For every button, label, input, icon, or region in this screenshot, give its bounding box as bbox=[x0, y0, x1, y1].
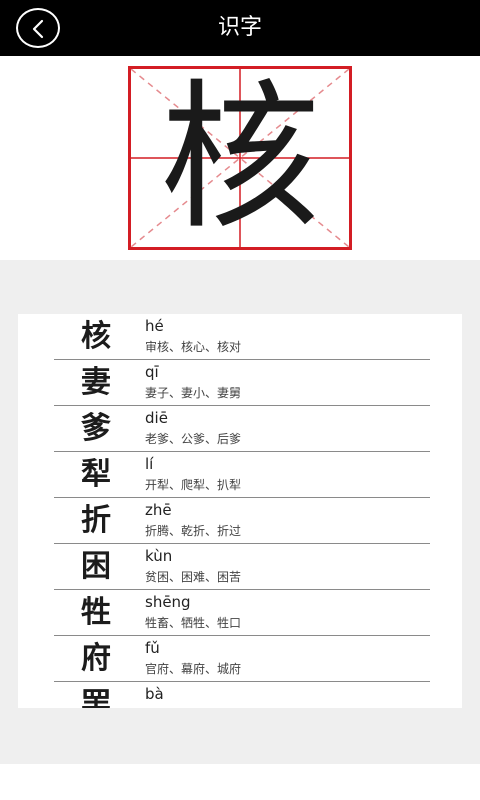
list-item-words: 折腾、乾折、折过 bbox=[145, 524, 242, 538]
list-item-words: 贫困、困难、困苦 bbox=[145, 570, 242, 584]
list-item-pinyin: lí bbox=[145, 455, 154, 473]
list-item[interactable]: 牲 shēng 牲畜、牺牲、牲口 bbox=[54, 590, 430, 636]
list-item-words: 审核、核心、核对 bbox=[145, 340, 242, 354]
list-item-char: 核 bbox=[81, 319, 111, 354]
list-item-char: 妻 bbox=[81, 365, 111, 400]
page-title: 识字 bbox=[217, 15, 262, 40]
large-character: 核 bbox=[159, 64, 320, 251]
list-item-words: 开犁、爬犁、扒犁 bbox=[145, 478, 242, 492]
list-item-words: 老爹、公爹、后爹 bbox=[145, 432, 242, 446]
list-item[interactable]: 妻 qī 妻子、妻小、妻舅 bbox=[54, 360, 430, 406]
character-display: 核 bbox=[0, 56, 480, 260]
list-item-pinyin: bà bbox=[145, 685, 164, 703]
list-item[interactable]: 府 fǔ 官府、幕府、城府 bbox=[54, 636, 430, 682]
chevron-left-icon bbox=[32, 19, 44, 39]
list-item-char: 罢 bbox=[81, 687, 111, 708]
tianzige-grid: 核 bbox=[128, 66, 352, 250]
list-item-char: 困 bbox=[81, 549, 111, 584]
list-item-char: 犁 bbox=[81, 457, 111, 492]
list-item-pinyin: fǔ bbox=[145, 639, 160, 657]
list-item-char: 爹 bbox=[81, 411, 111, 446]
list-item-char: 牲 bbox=[81, 595, 111, 630]
list-item-pinyin: diē bbox=[145, 409, 168, 427]
list-item[interactable]: 犁 lí 开犁、爬犁、扒犁 bbox=[54, 452, 430, 498]
list-item[interactable]: 折 zhē 折腾、乾折、折过 bbox=[54, 498, 430, 544]
list-item-words: 妻子、妻小、妻舅 bbox=[145, 386, 242, 400]
character-list[interactable]: 核 hé 审核、核心、核对 妻 qī 妻子、妻小、妻舅 爹 diē 老爹、公爹、… bbox=[18, 314, 462, 708]
list-area: 核 hé 审核、核心、核对 妻 qī 妻子、妻小、妻舅 爹 diē 老爹、公爹、… bbox=[0, 260, 480, 764]
list-item[interactable]: 困 kùn 贫困、困难、困苦 bbox=[54, 544, 430, 590]
list-item[interactable]: 爹 diē 老爹、公爹、后爹 bbox=[54, 406, 430, 452]
list-item-char: 折 bbox=[81, 503, 111, 538]
list-item-pinyin: shēng bbox=[145, 593, 191, 611]
list-item-pinyin: hé bbox=[145, 317, 164, 335]
list-item[interactable]: 罢 bà bbox=[54, 682, 430, 708]
top-bar: 识字 bbox=[0, 0, 480, 56]
list-item-pinyin: kùn bbox=[145, 547, 173, 565]
list-item-char: 府 bbox=[81, 641, 111, 676]
list-item-pinyin: zhē bbox=[145, 501, 172, 519]
list-item-pinyin: qī bbox=[145, 363, 159, 381]
bottom-strip bbox=[0, 764, 480, 800]
list-item-words: 牲畜、牺牲、牲口 bbox=[145, 616, 242, 630]
back-button[interactable] bbox=[16, 8, 60, 48]
list-item[interactable]: 核 hé 审核、核心、核对 bbox=[54, 314, 430, 360]
list-item-words: 官府、幕府、城府 bbox=[145, 662, 242, 676]
